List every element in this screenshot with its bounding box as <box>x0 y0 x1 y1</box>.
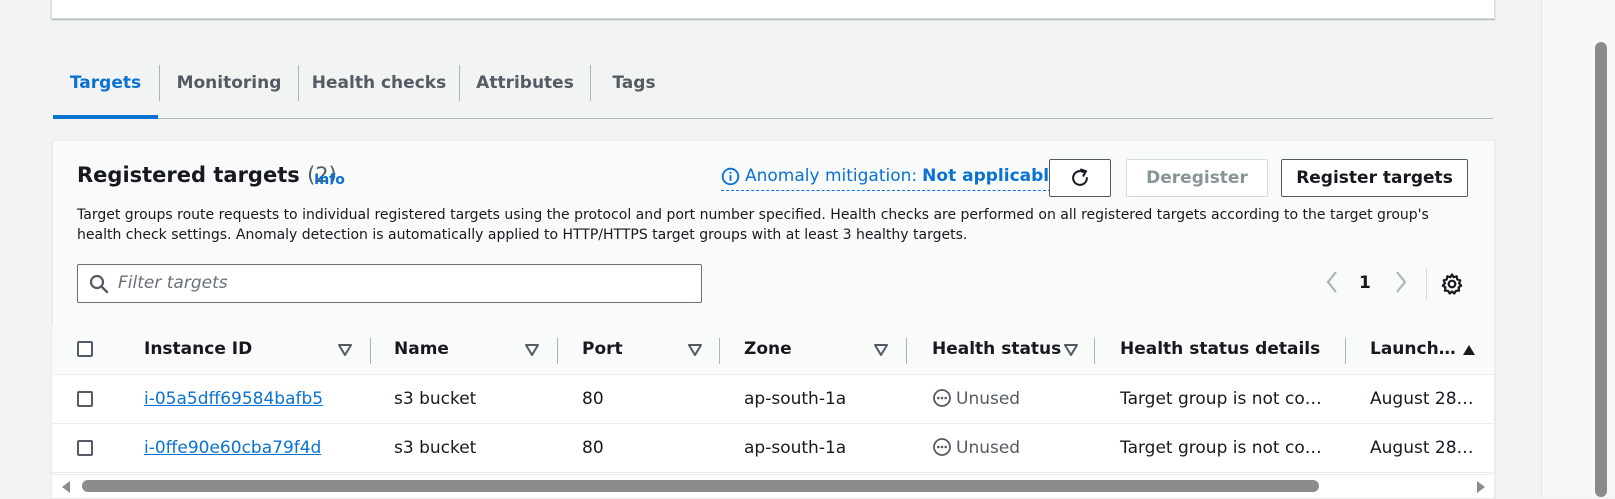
launch-time: August 28… <box>1370 389 1474 409</box>
row-checkbox[interactable] <box>77 391 93 407</box>
sort-ascending-icon[interactable] <box>1462 343 1476 357</box>
column-divider <box>557 338 558 364</box>
target-zone: ap-south-1a <box>744 438 847 458</box>
tab-targets[interactable]: Targets <box>53 58 158 119</box>
refresh-icon <box>1072 168 1088 186</box>
sort-icon[interactable] <box>874 343 888 357</box>
pagination-divider <box>1426 268 1427 300</box>
health-status-text: Unused <box>956 438 1021 458</box>
column-header-health-status[interactable]: Health status <box>932 325 1061 374</box>
instance-id-link[interactable]: i-05a5dff69584bafb5 <box>144 375 323 423</box>
tab-attributes[interactable]: Attributes <box>460 58 590 118</box>
launch-time: August 28… <box>1370 438 1474 458</box>
column-header-health-status-details[interactable]: Health status details <box>1120 325 1320 374</box>
target-port: 80 <box>582 438 604 458</box>
filter-targets-field[interactable] <box>77 264 702 303</box>
chevron-left-icon[interactable] <box>1325 270 1339 294</box>
tab-monitoring[interactable]: Monitoring <box>160 58 298 118</box>
target-name: s3 bucket <box>394 389 477 409</box>
info-circle-icon <box>721 167 740 185</box>
health-status-details: Target group is not co… <box>1120 438 1322 458</box>
vertical-scroll-thumb[interactable] <box>1595 42 1607 497</box>
table-header: Instance ID Name Port Zone Health status… <box>52 325 1493 375</box>
health-status: Unused <box>932 424 1020 472</box>
search-icon <box>89 274 109 294</box>
anomaly-value: Not applicable <box>922 166 1061 186</box>
anomaly-mitigation-link[interactable]: Anomaly mitigation: Not applicable <box>721 162 1061 191</box>
sort-icon[interactable] <box>1064 343 1078 357</box>
panel-description: Target groups route requests to individu… <box>77 207 1429 243</box>
column-header-name[interactable]: Name <box>394 325 449 374</box>
register-targets-button[interactable]: Register targets <box>1281 159 1468 197</box>
column-divider <box>1094 338 1095 364</box>
column-divider <box>1345 338 1346 364</box>
gear-icon[interactable] <box>1440 272 1464 296</box>
column-divider <box>906 338 907 364</box>
column-header-instance-id[interactable]: Instance ID <box>144 325 252 374</box>
target-name: s3 bucket <box>394 438 477 458</box>
select-all-checkbox[interactable] <box>77 341 93 357</box>
scroll-left-arrow-icon[interactable] <box>62 481 70 493</box>
scroll-right-arrow-icon[interactable] <box>1477 481 1485 493</box>
panel-title-text: Registered targets <box>77 163 300 187</box>
unused-status-icon <box>933 389 951 407</box>
tab-bar: Targets Monitoring Health checks Attribu… <box>53 58 1493 119</box>
column-divider <box>719 338 720 364</box>
table-row[interactable]: i-0ffe90e60cba79f4d s3 bucket 80 ap-sout… <box>52 424 1493 473</box>
column-divider <box>370 338 371 364</box>
page-number[interactable]: 1 <box>1359 273 1371 293</box>
tab-health-checks[interactable]: Health checks <box>299 58 459 118</box>
target-zone: ap-south-1a <box>744 389 847 409</box>
info-link[interactable]: Info <box>314 172 345 188</box>
tab-tags[interactable]: Tags <box>591 58 677 118</box>
row-checkbox[interactable] <box>77 440 93 456</box>
table-row[interactable]: i-05a5dff69584bafb5 s3 bucket 80 ap-sout… <box>52 375 1493 424</box>
refresh-button[interactable] <box>1049 159 1111 197</box>
column-header-port[interactable]: Port <box>582 325 623 374</box>
sort-icon[interactable] <box>525 343 539 357</box>
column-header-launch[interactable]: Launch… <box>1370 325 1456 374</box>
horizontal-scroll-thumb[interactable] <box>82 480 1319 492</box>
anomaly-label: Anomaly mitigation: <box>745 166 918 186</box>
filter-targets-input[interactable] <box>118 273 678 293</box>
instance-id-link[interactable]: i-0ffe90e60cba79f4d <box>144 424 321 472</box>
health-status-details: Target group is not co… <box>1120 389 1322 409</box>
sort-icon[interactable] <box>338 343 352 357</box>
sort-icon[interactable] <box>688 343 702 357</box>
deregister-button[interactable]: Deregister <box>1126 159 1268 197</box>
unused-status-icon <box>933 438 951 456</box>
chevron-right-icon[interactable] <box>1394 270 1408 294</box>
target-port: 80 <box>582 389 604 409</box>
health-status: Unused <box>932 375 1020 423</box>
horizontal-scrollbar[interactable] <box>52 474 1493 498</box>
previous-section-card <box>51 0 1495 19</box>
column-header-zone[interactable]: Zone <box>744 325 792 374</box>
panel-title: Registered targets (2) <box>77 163 337 187</box>
health-status-text: Unused <box>956 389 1021 409</box>
